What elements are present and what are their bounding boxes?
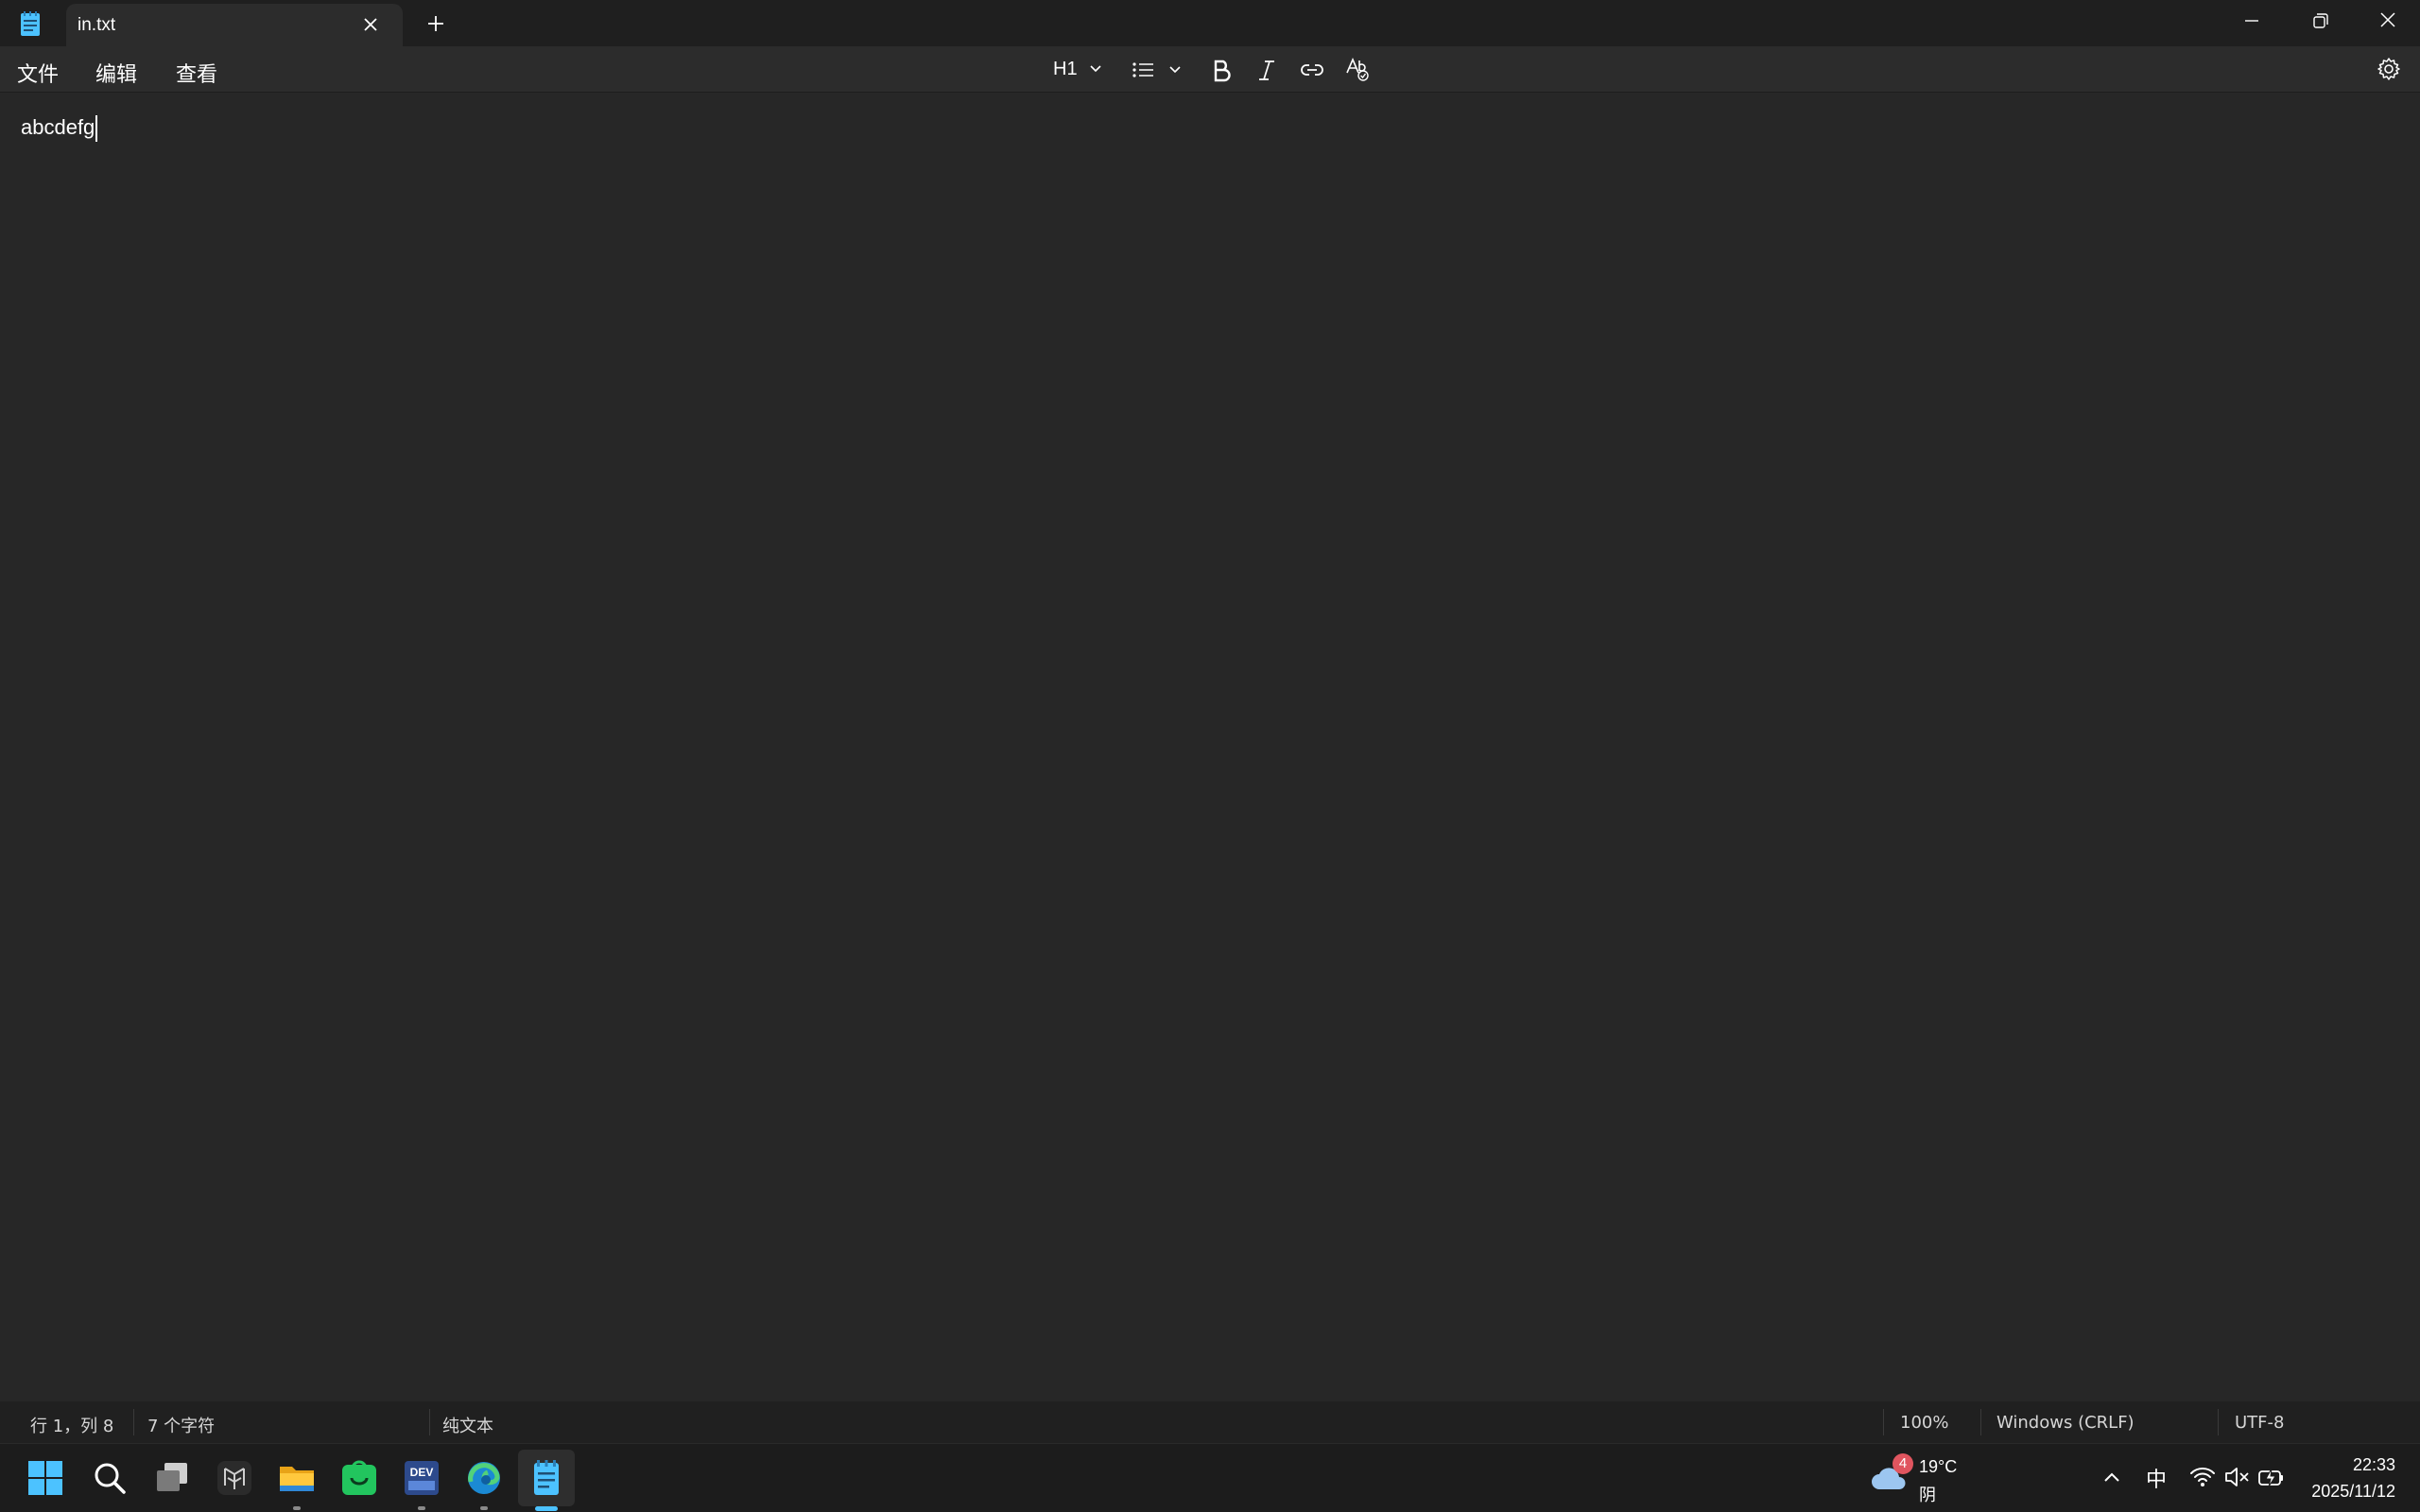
gear-icon[interactable] [2377,57,2401,81]
close-icon[interactable] [361,15,380,34]
bulleted-list-icon[interactable] [1131,58,1187,82]
notepad-app-icon [21,11,40,36]
spellcheck-icon[interactable] [1344,56,1371,82]
shopping-app-icon[interactable] [338,1457,380,1499]
battery-charging-icon[interactable] [2257,1465,2286,1489]
menu-view[interactable]: 查看 [176,58,217,88]
file-explorer-icon[interactable] [276,1457,318,1499]
chevron-down-icon [1090,65,1101,73]
dev-tools-icon[interactable]: DEV [401,1457,442,1499]
bold-icon[interactable] [1210,58,1233,82]
running-indicator [418,1506,425,1510]
windows-start-icon[interactable] [25,1457,66,1499]
menu-edit[interactable]: 编辑 [95,58,137,88]
search-icon[interactable] [89,1457,130,1499]
character-count: 7 个字符 [147,1417,216,1436]
status-divider [1980,1409,1981,1435]
taskbar: DEV 4 19°C 阴 中 22:33 2025/11/12 [0,1443,2420,1512]
chevron-up-icon[interactable] [2100,1467,2123,1489]
heading-label: H1 [1053,59,1078,79]
editor-area[interactable]: abcdefg [0,93,2420,1401]
minimize-icon[interactable] [2238,9,2265,32]
volume-muted-icon[interactable] [2223,1465,2250,1489]
file-format[interactable]: 纯文本 [442,1413,493,1437]
zoom-level[interactable]: 100% [1900,1413,1948,1433]
notepad-taskbar-icon[interactable] [526,1457,567,1499]
edge-browser-icon[interactable] [463,1457,505,1499]
svg-text:DEV: DEV [410,1466,434,1479]
status-divider [1883,1409,1884,1435]
cursor-position: 行 1，列 8 [30,1417,114,1436]
status-divider [429,1409,430,1435]
weather-condition[interactable]: 阴 [1919,1482,1936,1506]
status-bar: 行 1，列 8 7 个字符 纯文本 100% Windows (CRLF) UT… [0,1401,2420,1443]
text-caret [95,115,97,142]
menu-file[interactable]: 文件 [17,58,59,88]
status-divider [2218,1409,2219,1435]
running-indicator [293,1506,301,1510]
input-method-indicator[interactable]: 中 [2146,1463,2167,1493]
clock-date[interactable]: 2025/11/12 [2299,1482,2395,1502]
title-bar: in.txt [0,0,2420,46]
close-window-icon[interactable] [2375,9,2401,32]
status-divider [133,1409,134,1435]
restore-icon[interactable] [2307,9,2333,32]
task-view-icon[interactable] [151,1457,193,1499]
wifi-icon[interactable] [2189,1465,2216,1489]
italic-icon[interactable] [1255,58,1278,82]
encoding[interactable]: UTF-8 [2235,1413,2284,1433]
plus-icon[interactable] [425,13,446,34]
menu-bar: 文件 编辑 查看 H1 [0,46,2420,93]
line-ending[interactable]: Windows (CRLF) [1996,1413,2135,1433]
tab-title: in.txt [78,15,116,35]
weather-temperature[interactable]: 19°C [1919,1457,1957,1477]
active-indicator [535,1506,558,1511]
terminal-app-icon[interactable] [214,1457,255,1499]
running-indicator [480,1506,488,1510]
link-icon[interactable] [1299,58,1325,82]
editor-content[interactable]: abcdefg [21,115,95,140]
clock-time[interactable]: 22:33 [2350,1455,2395,1475]
weather-alert-badge: 4 [1893,1453,1913,1474]
document-tab[interactable]: in.txt [66,4,403,46]
